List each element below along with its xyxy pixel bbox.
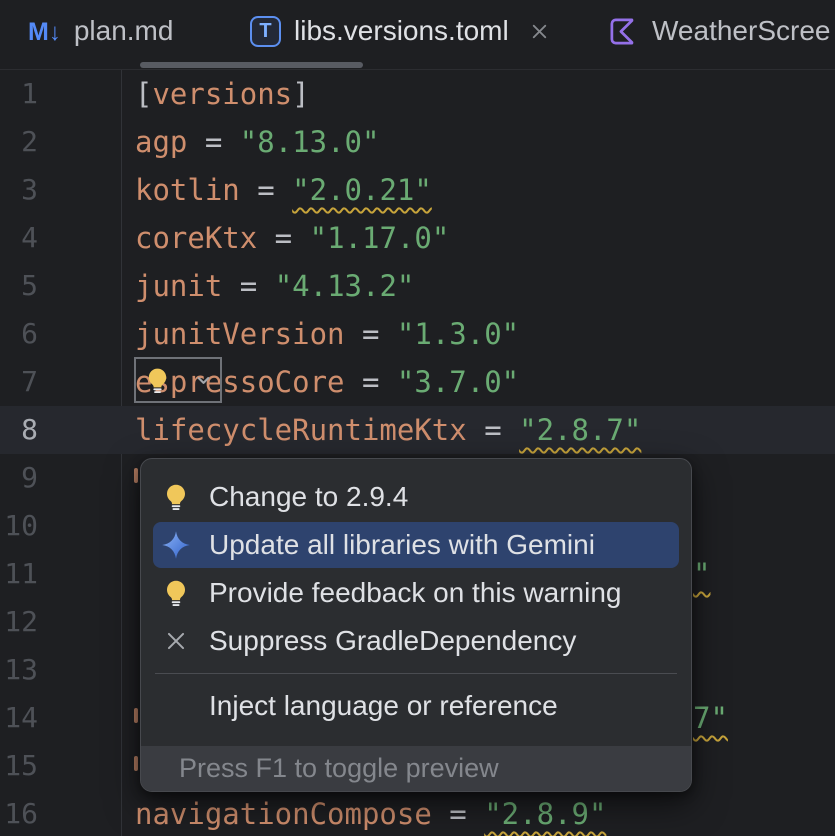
code-segment-op: =	[187, 125, 239, 159]
ide-window: plan.md libs.versions.toml WeatherScree …	[0, 0, 835, 836]
line-number: 6	[0, 310, 38, 358]
code-segment-op: =	[345, 365, 397, 399]
kotlin-icon	[608, 16, 639, 47]
line-number: 10	[0, 502, 38, 550]
popup-item[interactable]: Provide feedback on this warning	[141, 569, 691, 617]
popup-item[interactable]: Suppress GradleDependency	[141, 617, 691, 665]
code-segment-op: =	[467, 413, 519, 447]
popup-item-label: Provide feedback on this warning	[209, 577, 621, 609]
code-segment-key: junit	[135, 269, 222, 303]
lightbulb-icon	[143, 366, 172, 395]
code-segment-str: "8.13.0"	[240, 125, 380, 159]
line-number: 8	[0, 406, 38, 454]
code-segment-strw: "2.8.9"	[484, 797, 606, 831]
occluded-code-sliver	[134, 708, 138, 723]
code-segment-op: =	[240, 173, 292, 207]
popup-item[interactable]: Change to 2.9.4	[141, 473, 691, 521]
code-line[interactable]: junit = "4.13.2"	[135, 262, 414, 310]
code-line[interactable]: kotlin = "2.0.21"	[135, 166, 432, 214]
editor-line: 2 agp = "8.13.0"	[0, 118, 835, 166]
tab-label: WeatherScree	[652, 15, 830, 47]
code-line[interactable]: navigationCompose = "2.8.9"	[135, 790, 606, 836]
popup-item-label: Change to 2.9.4	[209, 481, 408, 513]
line-number: 5	[0, 262, 38, 310]
occluded-code-sliver	[134, 468, 138, 483]
line-number: 9	[0, 454, 38, 502]
code-segment-op: =	[345, 317, 397, 351]
popup-footer-hint: Press F1 to toggle preview	[179, 753, 499, 784]
toml-icon	[250, 16, 281, 47]
tab-label: libs.versions.toml	[294, 15, 509, 47]
editor-line: 3 kotlin = "2.0.21"	[0, 166, 835, 214]
line-number: 4	[0, 214, 38, 262]
line-number: 3	[0, 166, 38, 214]
code-segment-op: =	[222, 269, 274, 303]
popup-item[interactable]: Inject language or reference	[141, 682, 691, 730]
code-segment-str: "1.3.0"	[397, 317, 519, 351]
code-segment-str: "1.17.0"	[310, 221, 450, 255]
code-segment-strw: "2.8.7"	[519, 413, 641, 447]
lightbulb-icon	[161, 578, 191, 608]
line-number: 16	[0, 790, 38, 836]
close-icon	[161, 626, 191, 656]
lightbulb-icon	[161, 482, 191, 512]
code-segment-str: "4.13.2"	[275, 269, 415, 303]
code-segment-punct: [	[135, 77, 152, 111]
code-line[interactable]: junitVersion = "1.3.0"	[135, 310, 519, 358]
occluded-code-fragment: "	[693, 550, 710, 598]
intention-bulb-widget[interactable]	[134, 357, 222, 403]
line-number: 14	[0, 694, 38, 742]
line-number: 13	[0, 646, 38, 694]
tab-plan-md[interactable]: plan.md	[28, 0, 173, 62]
code-line[interactable]: lifecycleRuntimeKtx = "2.8.7"	[135, 406, 641, 454]
popup-separator	[141, 665, 691, 682]
code-segment-str: "3.7.0"	[397, 365, 519, 399]
popup-item-label: Inject language or reference	[209, 690, 558, 722]
line-number: 15	[0, 742, 38, 790]
popup-item-label: Update all libraries with Gemini	[209, 529, 595, 561]
tab-label: plan.md	[74, 15, 174, 47]
tab-libs-versions-toml[interactable]: libs.versions.toml	[250, 0, 551, 62]
gemini-icon	[161, 530, 191, 560]
line-number: 2	[0, 118, 38, 166]
occluded-code-fragment: 7"	[693, 694, 728, 742]
close-icon[interactable]	[528, 20, 551, 43]
editor-line: 4 coreKtx = "1.17.0"	[0, 214, 835, 262]
line-number: 11	[0, 550, 38, 598]
tab-strip-scrollbar-thumb[interactable]	[140, 62, 363, 68]
code-segment-key: junitVersion	[135, 317, 345, 351]
code-line[interactable]: agp = "8.13.0"	[135, 118, 379, 166]
tab-weather-screen[interactable]: WeatherScree	[608, 0, 830, 62]
popup-footer: Press F1 to toggle preview	[141, 746, 691, 791]
code-segment-punct: ]	[292, 77, 309, 111]
intention-popup: Change to 2.9.4 Update all libraries with…	[140, 458, 692, 792]
editor-line: 1 [versions]	[0, 70, 835, 118]
code-segment-key: versions	[152, 77, 292, 111]
code-segment-key: kotlin	[135, 173, 240, 207]
code-segment-key: lifecycleRuntimeKtx	[135, 413, 467, 447]
occluded-code-sliver	[134, 756, 138, 771]
code-segment-key: navigationCompose	[135, 797, 432, 831]
line-number: 12	[0, 598, 38, 646]
popup-item-label: Suppress GradleDependency	[209, 625, 576, 657]
editor-line: 16 navigationCompose = "2.8.9"	[0, 790, 835, 836]
code-segment-strw: "2.0.21"	[292, 173, 432, 207]
line-number: 1	[0, 70, 38, 118]
markdown-icon	[28, 15, 61, 47]
editor-tab-bar: plan.md libs.versions.toml WeatherScree	[0, 0, 835, 70]
code-line[interactable]: [versions]	[135, 70, 310, 118]
editor-line: 7espressoCore = "3.7.0"	[0, 358, 835, 406]
code-segment-op: =	[432, 797, 484, 831]
code-segment-key: agp	[135, 125, 187, 159]
line-number: 7	[0, 358, 38, 406]
editor-line: 6 junitVersion = "1.3.0"	[0, 310, 835, 358]
editor-line: 5 junit = "4.13.2"	[0, 262, 835, 310]
code-segment-op: =	[257, 221, 309, 255]
editor-line: 8 lifecycleRuntimeKtx = "2.8.7"	[0, 406, 835, 454]
chevron-down-icon	[194, 371, 213, 390]
code-line[interactable]: coreKtx = "1.17.0"	[135, 214, 449, 262]
code-segment-key: coreKtx	[135, 221, 257, 255]
popup-item[interactable]: Update all libraries with Gemini	[141, 521, 691, 569]
